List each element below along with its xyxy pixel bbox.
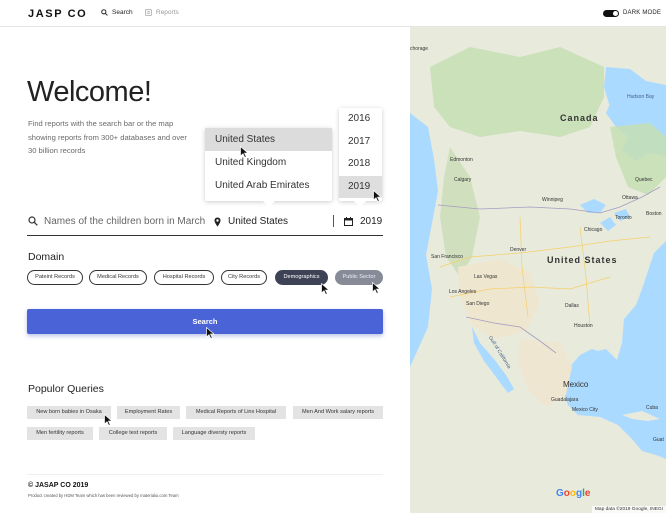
map-label: Houston: [574, 323, 593, 329]
dropdown-caret: [263, 201, 275, 207]
cursor-icon: [372, 282, 381, 294]
query-chip[interactable]: Men And Work salary reports: [293, 406, 383, 419]
dark-mode-label: DARK MODE: [623, 10, 662, 16]
map-label: Canada: [560, 113, 599, 123]
cursor-icon: [104, 414, 113, 426]
map-label: Ottawa: [622, 195, 638, 201]
map-label: Guadalajara: [551, 397, 579, 403]
dark-mode-toggle[interactable]: [603, 10, 619, 17]
page-title: Welcome!: [27, 76, 152, 108]
query-chip[interactable]: Language diversty reports: [173, 427, 255, 440]
map-label: San Diego: [466, 301, 490, 307]
map-label: Winnipeg: [542, 197, 563, 203]
nav-search-label: Search: [112, 9, 133, 16]
map-label: Denver: [510, 247, 527, 253]
map-label: Cuba: [646, 405, 658, 411]
query-chip[interactable]: Medical Reports of Linx Hospital: [186, 406, 286, 419]
map-label: San Francisco: [431, 254, 463, 260]
brand-logo[interactable]: JASP CO: [28, 8, 87, 20]
app-header: JASP CO Search Reports DARK MODE: [0, 0, 666, 27]
map-label: Mexico City: [572, 407, 598, 413]
map-label: Guat: [653, 437, 664, 443]
location-select[interactable]: United States: [228, 216, 288, 227]
nav-search[interactable]: Search: [101, 9, 133, 16]
year-select[interactable]: 2019: [360, 216, 382, 227]
year-dropdown: 2016 2017 2018 2019: [339, 108, 382, 207]
country-option-uae[interactable]: United Arab Emirates: [205, 174, 332, 197]
nav-reports[interactable]: Reports: [145, 9, 179, 16]
cursor-icon: [373, 190, 382, 202]
map-attribution[interactable]: Map data ©2019 Google, INEGI: [591, 506, 666, 513]
chip-medical-records[interactable]: Medical Records: [89, 270, 147, 285]
popular-queries-heading: Populor Queries: [28, 383, 104, 395]
map-label: Chicago: [584, 227, 603, 233]
year-option-2017[interactable]: 2017: [339, 131, 382, 154]
cursor-icon: [240, 146, 249, 158]
map-label: United States: [547, 255, 618, 265]
intro-text: Find reports with the search bar or the …: [28, 119, 187, 156]
query-chip[interactable]: New born babies in Osaka: [27, 406, 111, 419]
map-label: Los Angeles: [449, 289, 477, 295]
country-option-united-kingdom[interactable]: United Kingdom: [205, 151, 332, 174]
map-label: Edmonton: [450, 157, 473, 163]
country-dropdown: United States United Kingdom United Arab…: [205, 128, 332, 207]
chip-patient-records[interactable]: Pateint Records: [27, 270, 83, 285]
divider: [333, 215, 334, 227]
map-label: Dallas: [565, 303, 579, 309]
map-label: Quebec: [635, 177, 653, 183]
map-label: Las Vegas: [474, 274, 498, 280]
map-view[interactable]: chorage Canada Hudson Bay Edmonton Winni…: [410, 27, 666, 513]
map-label: Mexico: [563, 380, 589, 389]
nav-reports-label: Reports: [156, 9, 179, 16]
map-label: Calgary: [454, 177, 472, 183]
map-label: Hudson Bay: [627, 94, 655, 100]
dropdown-caret: [354, 201, 366, 207]
cursor-icon: [321, 283, 330, 295]
calendar-icon: [344, 217, 353, 226]
chip-hospital-records[interactable]: Hospital Records: [154, 270, 214, 285]
map-label: Toronto: [615, 215, 632, 221]
cursor-icon: [206, 327, 215, 339]
year-option-2016[interactable]: 2016: [339, 108, 382, 131]
google-logo: Google: [556, 488, 591, 499]
footer-divider: [27, 474, 383, 475]
year-option-2018[interactable]: 2018: [339, 153, 382, 176]
chip-city-records[interactable]: City Records: [221, 270, 267, 285]
map-label: chorage: [410, 46, 429, 52]
query-chip[interactable]: Employment Rates: [117, 406, 180, 419]
copyright: © JASAP CO 2019: [28, 482, 89, 489]
search-button[interactable]: Search: [27, 309, 383, 334]
map-label: Boston: [646, 211, 662, 217]
query-chip[interactable]: College test reports: [99, 427, 167, 440]
search-icon: [28, 216, 38, 226]
location-pin-icon: [214, 217, 221, 227]
reports-icon: [145, 9, 152, 16]
country-option-united-states[interactable]: United States: [205, 128, 332, 151]
domain-heading: Domain: [28, 251, 65, 263]
search-icon: [101, 9, 108, 16]
credit-text: Product created by HDM Team which has be…: [28, 493, 179, 498]
query-chip[interactable]: Men fertility reports: [27, 427, 93, 440]
search-input[interactable]: Names of the children born in March: [44, 216, 205, 227]
